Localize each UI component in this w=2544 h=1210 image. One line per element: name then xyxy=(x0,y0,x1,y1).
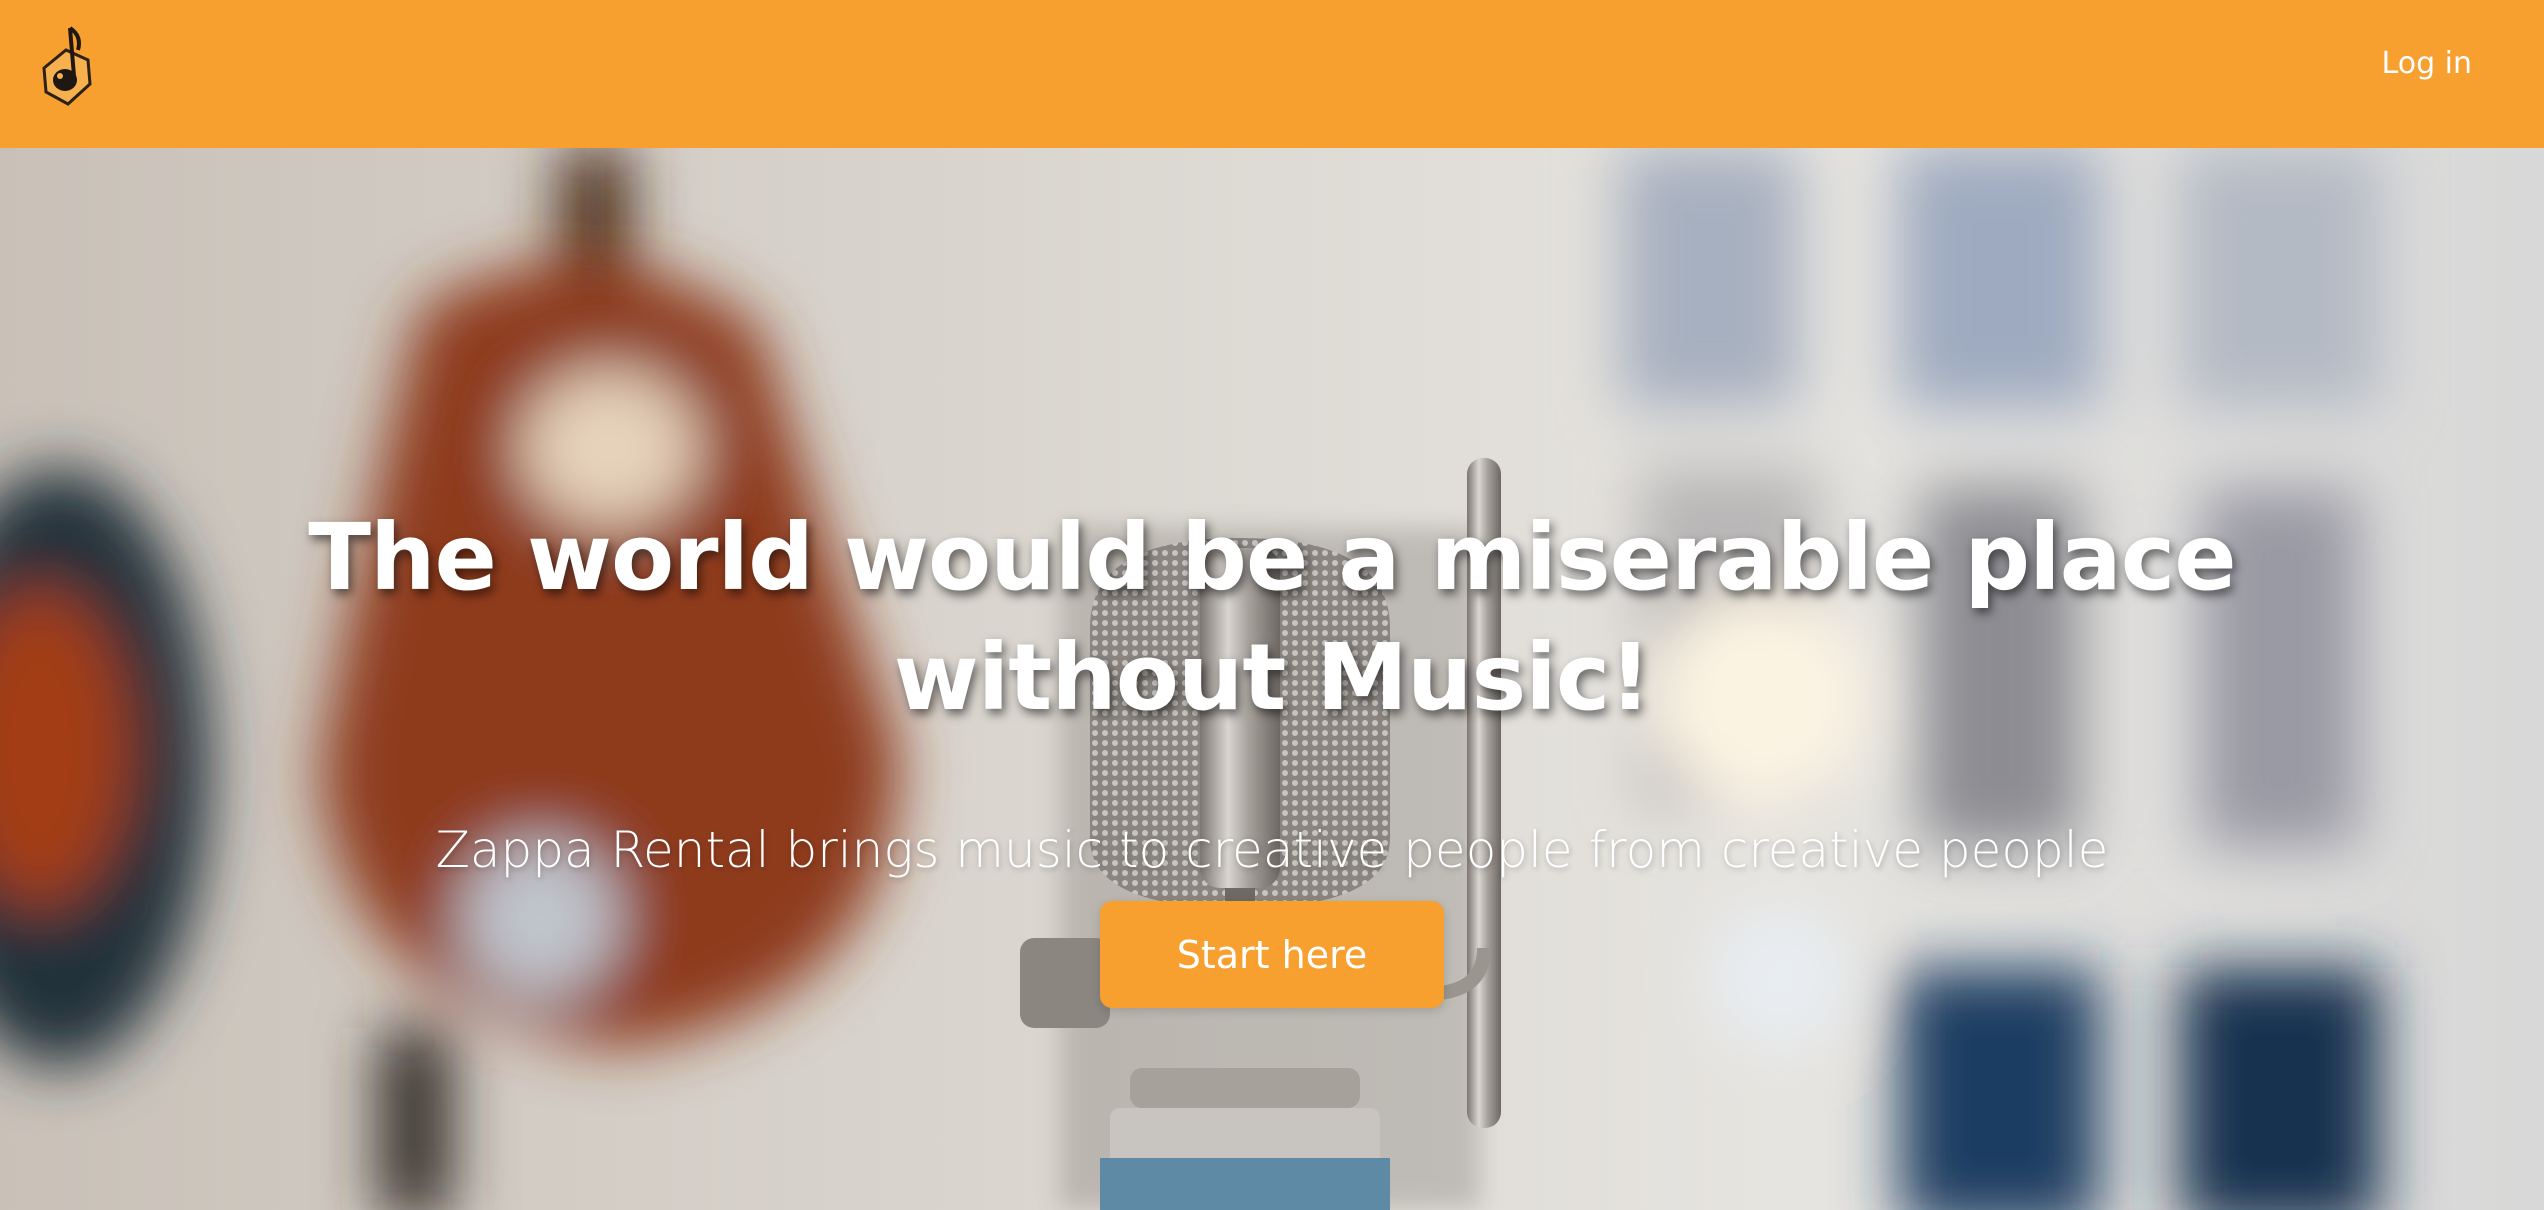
top-navbar: Log in xyxy=(0,0,2544,148)
login-link[interactable]: Log in xyxy=(2382,44,2472,84)
music-note-logo-icon xyxy=(42,26,92,106)
hero-headline: The world would be a miserable place wit… xyxy=(308,504,2236,731)
hero-section: The world would be a miserable place wit… xyxy=(0,148,2544,1210)
start-here-button[interactable]: Start here xyxy=(1100,901,1444,1008)
hero-subtitle: Zappa Rental brings music to creative pe… xyxy=(435,821,2109,879)
